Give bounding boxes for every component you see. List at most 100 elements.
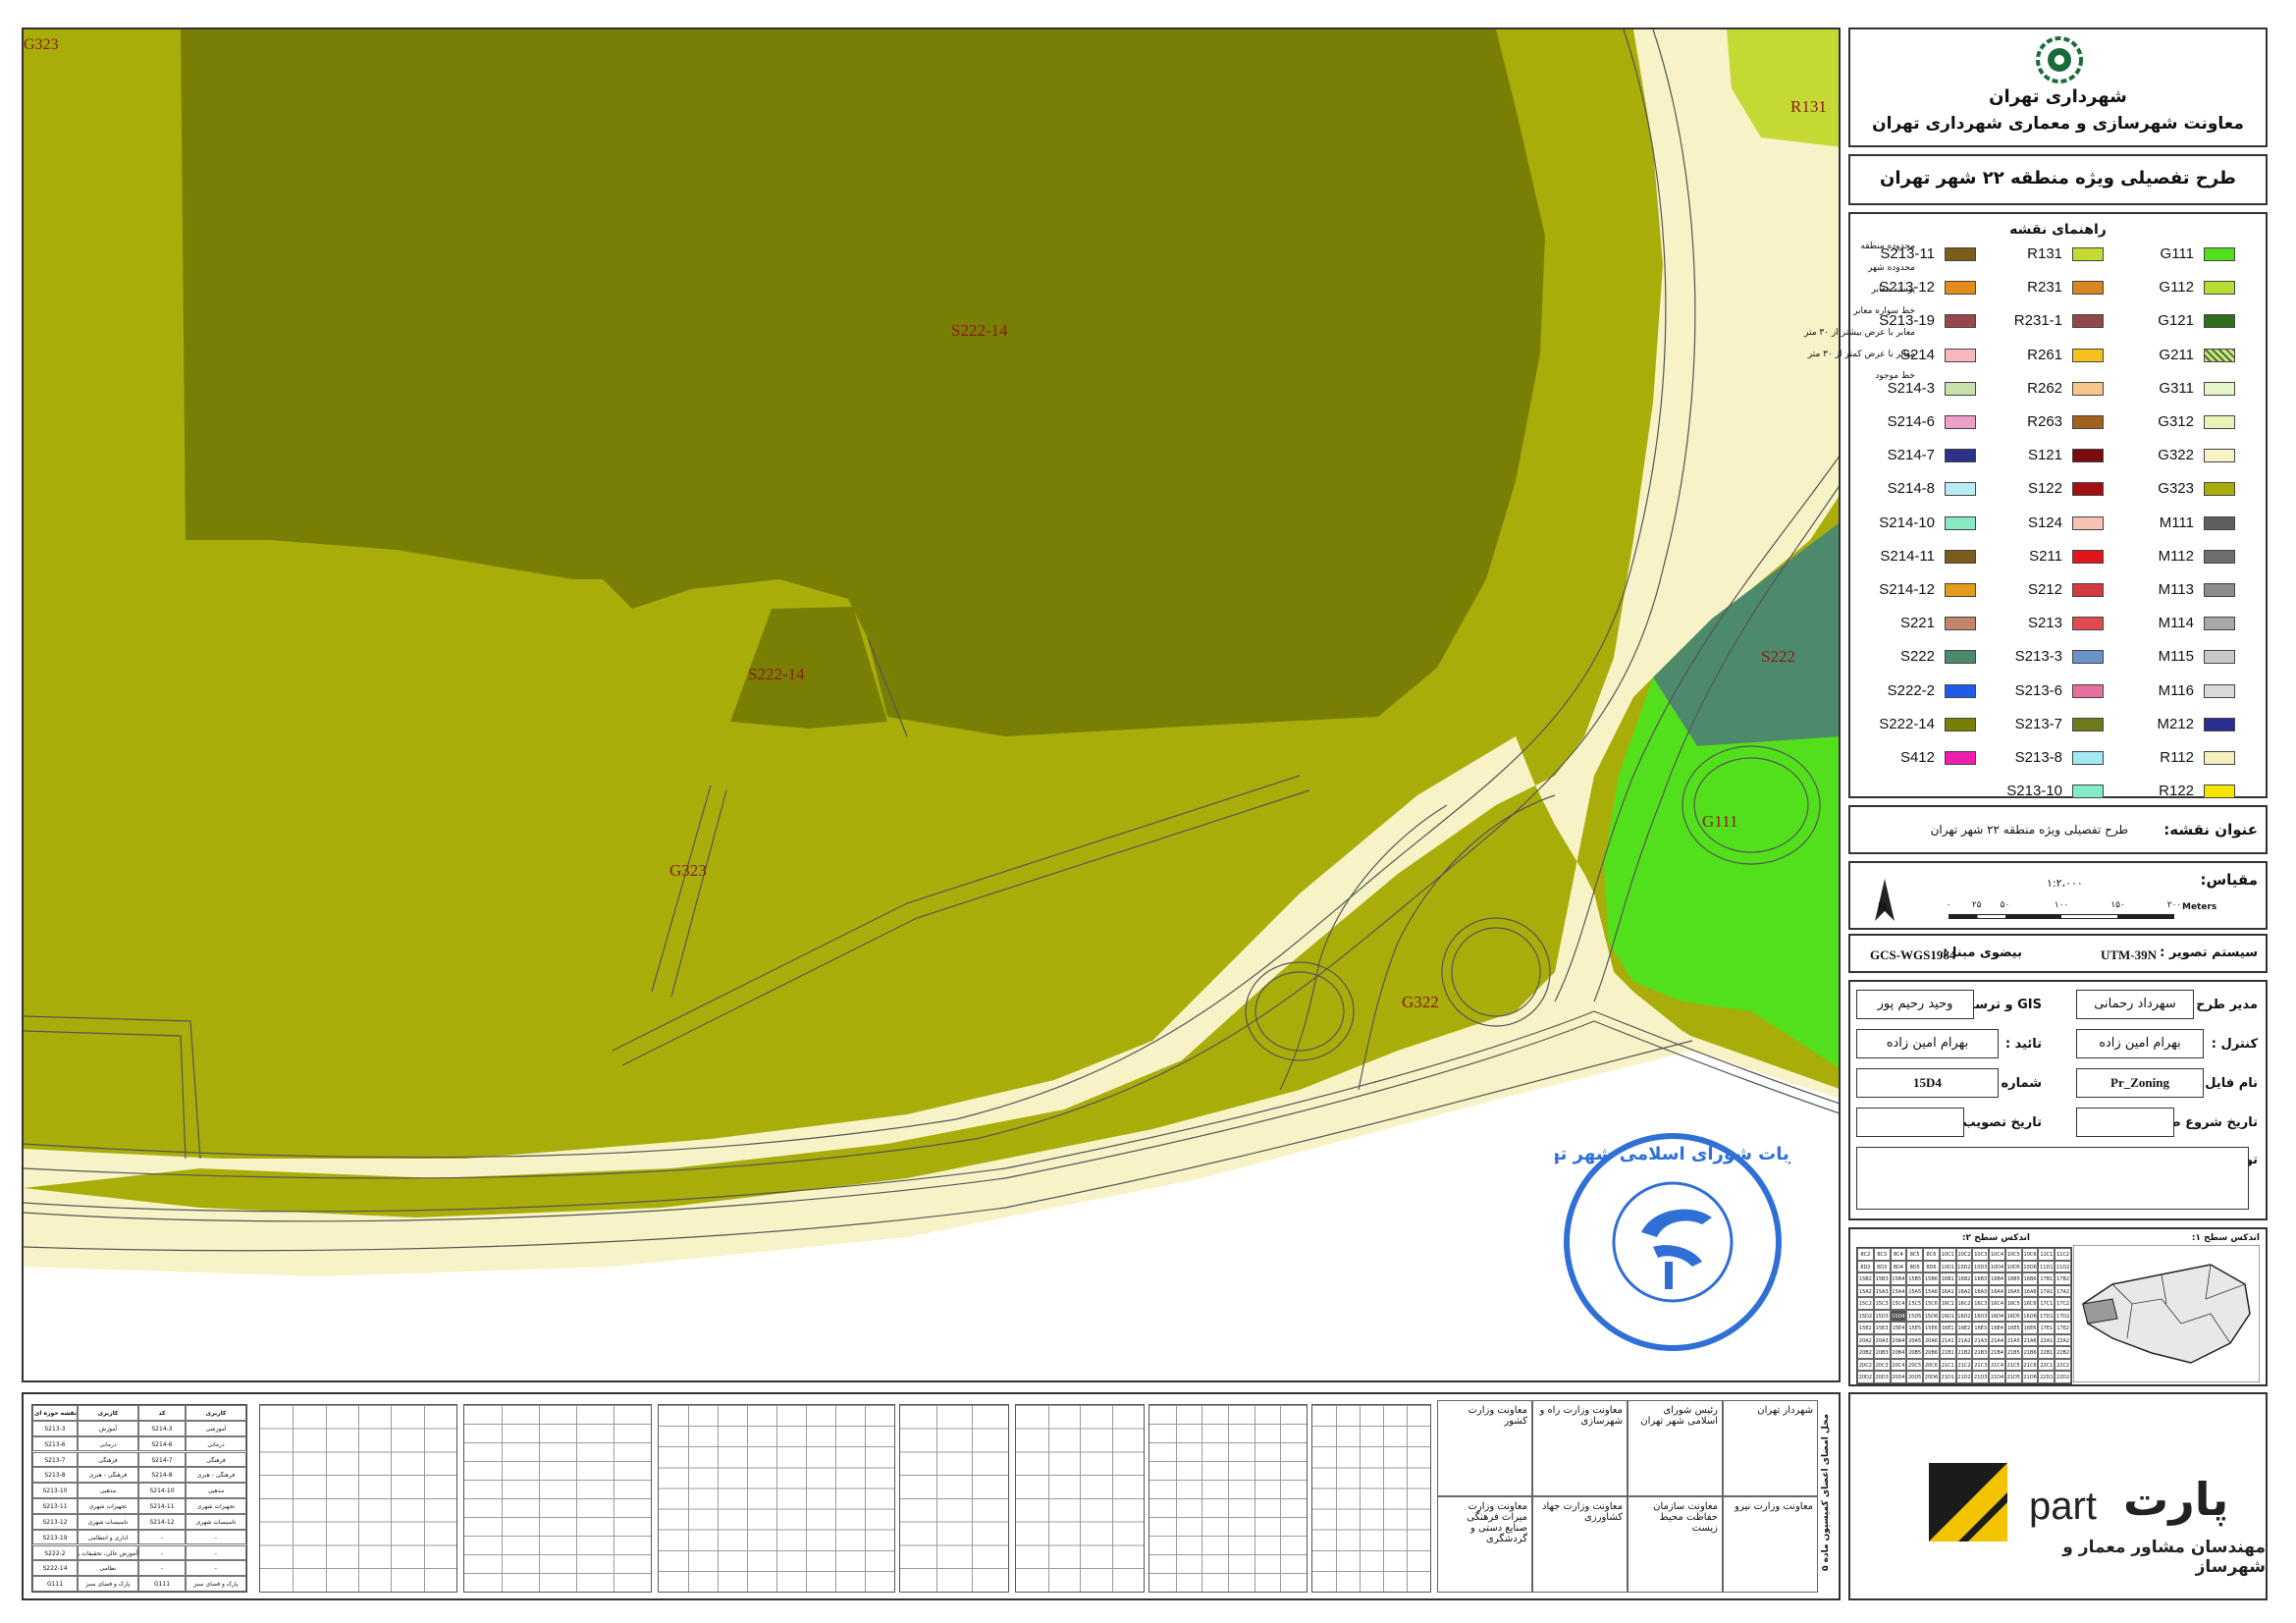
index-grid-cell[interactable]: 21A2 <box>1955 1333 1973 1347</box>
index-grid-cell[interactable]: 15B3 <box>1873 1272 1891 1285</box>
index-grid-cell[interactable]: 16C2 <box>1955 1297 1973 1310</box>
index-grid-cell[interactable]: 16C3 <box>1972 1297 1990 1310</box>
index-grid-cell[interactable]: 17E1 <box>2038 1322 2056 1334</box>
index-grid-cell[interactable]: 15D3 <box>1873 1309 1891 1323</box>
index-grid-cell[interactable]: 16C4 <box>1989 1297 2005 1310</box>
index-grid-cell[interactable]: 20A4 <box>1890 1333 1907 1347</box>
index-grid-cell[interactable]: 17A1 <box>2038 1284 2056 1298</box>
index-grid-cell[interactable]: 10C3 <box>1972 1248 1990 1261</box>
index-grid-cell[interactable]: 21B2 <box>1955 1346 1973 1359</box>
index-grid-cell[interactable]: 15A6 <box>1923 1284 1940 1298</box>
index-grid-cell[interactable]: 15E6 <box>1923 1322 1940 1334</box>
index-grid-cell[interactable]: 15C6 <box>1923 1297 1940 1310</box>
index-grid-cell[interactable]: 17A2 <box>2055 1284 2071 1298</box>
index-grid-cell[interactable]: 21D1 <box>1939 1371 1956 1383</box>
index-grid-cell[interactable]: 17C2 <box>2055 1297 2071 1310</box>
notes-field[interactable] <box>1856 1147 2249 1210</box>
index-grid-cell[interactable]: 21B3 <box>1972 1346 1990 1359</box>
index-grid-cell[interactable]: 16B5 <box>2004 1272 2022 1285</box>
index-grid-cell[interactable]: 10C6 <box>2021 1248 2039 1261</box>
index-grid-cell[interactable]: 16A6 <box>2021 1284 2039 1298</box>
index-grid-cell[interactable]: 22D1 <box>2038 1371 2056 1383</box>
index-grid-cell[interactable]: 17B1 <box>2038 1272 2056 1285</box>
index-grid-cell[interactable]: 16E5 <box>2004 1322 2022 1334</box>
index-grid-cell[interactable]: 15C5 <box>1906 1297 1924 1310</box>
index-level2-grid[interactable]: 8C2 8C3 8C4 8C5 8C6 10C1 10C2 10C3 10C4 10C5 10C6 1… <box>1856 1247 2072 1384</box>
index-grid-cell[interactable]: 21A1 <box>1939 1333 1956 1347</box>
index-grid-cell[interactable]: 15D2 <box>1857 1309 1874 1323</box>
index-grid-cell[interactable]: 16B4 <box>1989 1272 2005 1285</box>
index-grid-cell[interactable]: 22A2 <box>2055 1333 2071 1347</box>
index-grid-cell[interactable]: 8D3 <box>1873 1260 1891 1273</box>
index-grid-cell[interactable]: 15C2 <box>1857 1297 1874 1310</box>
index-grid-cell[interactable]: 16D6 <box>2021 1309 2039 1323</box>
index-grid-cell[interactable]: 20A3 <box>1873 1333 1891 1347</box>
index-grid-cell[interactable]: 8D2 <box>1857 1260 1874 1273</box>
index-grid-cell[interactable]: 20A2 <box>1857 1333 1874 1347</box>
control-field[interactable]: بهرام امین زاده <box>2076 1029 2204 1058</box>
index-grid-cell[interactable]: 22B2 <box>2055 1346 2071 1359</box>
index-grid-cell[interactable]: 21C3 <box>1972 1358 1990 1372</box>
index-grid-cell[interactable]: 16B6 <box>2021 1272 2039 1285</box>
index-grid-cell[interactable]: 22D2 <box>2055 1371 2071 1383</box>
index-grid-cell[interactable]: 20D3 <box>1873 1371 1891 1383</box>
index-grid-cell[interactable]: 16A3 <box>1972 1284 1990 1298</box>
index-grid-cell[interactable]: 16E6 <box>2021 1322 2039 1334</box>
index-grid-cell[interactable]: 10D2 <box>1955 1260 1973 1273</box>
index-grid-cell[interactable]: 8C3 <box>1873 1248 1891 1261</box>
index-grid-cell[interactable]: 20D6 <box>1923 1371 1940 1383</box>
index-grid-cell[interactable]: 15B5 <box>1906 1272 1924 1285</box>
index-grid-cell[interactable]: 8C2 <box>1857 1248 1874 1261</box>
index-grid-cell[interactable]: 16E4 <box>1989 1322 2005 1334</box>
map-frame[interactable]: G323 R131 S222-14 S222-14 S222 G111 G323… <box>22 27 1841 1382</box>
index-grid-cell[interactable]: 21D2 <box>1955 1371 1973 1383</box>
index-grid-cell[interactable]: 21B5 <box>2004 1346 2022 1359</box>
index-grid-cell[interactable]: 21D3 <box>1972 1371 1990 1383</box>
index-grid-cell[interactable]: 20A6 <box>1923 1333 1940 1347</box>
index-grid-cell[interactable]: 10C2 <box>1955 1248 1973 1261</box>
index-grid-cell[interactable]: 15A3 <box>1873 1284 1891 1298</box>
sheet-field[interactable]: 15D4 <box>1856 1068 1999 1098</box>
index-grid-cell[interactable]: 10C5 <box>2004 1248 2022 1261</box>
index-grid-cell[interactable]: 16E3 <box>1972 1322 1990 1334</box>
index-grid-cell[interactable]: 16E1 <box>1939 1322 1956 1334</box>
index-grid-cell[interactable]: 16C1 <box>1939 1297 1956 1310</box>
index-grid-cell[interactable]: 15D4 <box>1890 1309 1907 1323</box>
index-grid-cell[interactable]: 21A5 <box>2004 1333 2022 1347</box>
index-grid-cell[interactable]: 15E5 <box>1906 1322 1924 1334</box>
file-field[interactable]: Pr_Zoning <box>2076 1068 2204 1098</box>
index-grid-cell[interactable]: 8C4 <box>1890 1248 1907 1261</box>
index-grid-cell[interactable]: 15B2 <box>1857 1272 1874 1285</box>
index-grid-cell[interactable]: 21C4 <box>1989 1358 2005 1372</box>
index-grid-cell[interactable]: 21B6 <box>2021 1346 2039 1359</box>
index-grid-cell[interactable]: 21B4 <box>1989 1346 2005 1359</box>
index-grid-cell[interactable]: 20D2 <box>1857 1371 1874 1383</box>
index-grid-cell[interactable]: 21C2 <box>1955 1358 1973 1372</box>
index-grid-cell[interactable]: 16A2 <box>1955 1284 1973 1298</box>
index-grid-cell[interactable]: 15A4 <box>1890 1284 1907 1298</box>
index-grid-cell[interactable]: 20D4 <box>1890 1371 1907 1383</box>
index-grid-cell[interactable]: 21D6 <box>2021 1371 2039 1383</box>
index-grid-cell[interactable]: 8D4 <box>1890 1260 1907 1273</box>
index-grid-cell[interactable]: 22C1 <box>2038 1358 2056 1372</box>
index-grid-cell[interactable]: 17D2 <box>2055 1309 2071 1323</box>
index-grid-cell[interactable]: 20D5 <box>1906 1371 1924 1383</box>
index-grid-cell[interactable]: 20A5 <box>1906 1333 1924 1347</box>
index-grid-cell[interactable]: 21A3 <box>1972 1333 1990 1347</box>
index-grid-cell[interactable]: 21D4 <box>1989 1371 2005 1383</box>
index-grid-cell[interactable]: 8C5 <box>1906 1248 1924 1261</box>
index-grid-cell[interactable]: 15B4 <box>1890 1272 1907 1285</box>
index-grid-cell[interactable]: 15D5 <box>1906 1309 1924 1323</box>
index-grid-cell[interactable]: 21B1 <box>1939 1346 1956 1359</box>
index-grid-cell[interactable]: 10D1 <box>1939 1260 1956 1273</box>
index-grid-cell[interactable]: 20B4 <box>1890 1346 1907 1359</box>
index-grid-cell[interactable]: 10D4 <box>1989 1260 2005 1273</box>
index-grid-cell[interactable]: 16A4 <box>1989 1284 2005 1298</box>
index-grid-cell[interactable]: 16D3 <box>1972 1309 1990 1323</box>
index-grid-cell[interactable]: 11D2 <box>2055 1260 2071 1273</box>
index-grid-cell[interactable]: 16B1 <box>1939 1272 1956 1285</box>
index-grid-cell[interactable]: 20C4 <box>1890 1358 1907 1372</box>
index-grid-cell[interactable]: 17E2 <box>2055 1322 2071 1334</box>
index-grid-cell[interactable]: 11C2 <box>2055 1248 2071 1261</box>
index-grid-cell[interactable]: 10D5 <box>2004 1260 2022 1273</box>
